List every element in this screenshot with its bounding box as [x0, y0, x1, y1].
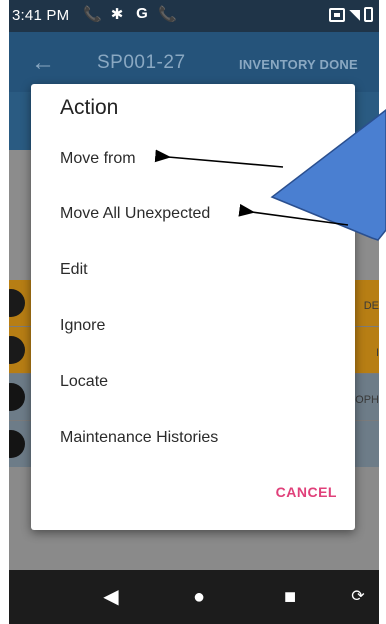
nav-recents-icon[interactable]: ■ — [275, 584, 305, 610]
list-item-text: DE — [363, 300, 379, 312]
menu-item-ignore[interactable]: Ignore — [31, 301, 355, 351]
list-item-text: I — [375, 347, 379, 359]
list-item-text: OPH — [355, 394, 379, 406]
app-bar: ← SP001-27 INVENTORY DONE — [9, 32, 379, 92]
wifi-icon: ◥ — [349, 6, 360, 22]
cast-icon — [329, 7, 346, 22]
back-arrow-icon[interactable]: ← — [31, 49, 55, 77]
menu-item-move-all-unexpected[interactable]: Move All Unexpected — [31, 189, 355, 239]
google-icon: G — [136, 5, 148, 22]
avatar — [9, 336, 25, 364]
menu-item-edit[interactable]: Edit — [31, 245, 355, 295]
menu-item-maintenance-histories[interactable]: Maintenance Histories — [31, 413, 355, 463]
status-bar: 3:41 PM 📞 ✱ G 📞 ◥ — [9, 0, 379, 32]
page-title: SP001-27 — [97, 52, 186, 73]
navigation-bar: ◀ ● ■ ⟳ — [9, 570, 379, 624]
settings-icon: ✱ — [110, 6, 124, 23]
inventory-done-button[interactable]: INVENTORY DONE — [239, 57, 358, 72]
cancel-button[interactable]: CANCEL — [276, 484, 337, 500]
status-notification-icons: 📞 ✱ G 📞 — [83, 5, 177, 23]
menu-item-locate[interactable]: Locate — [31, 357, 355, 407]
avatar — [9, 383, 25, 411]
dialog-title: Action — [60, 96, 119, 119]
avatar — [9, 289, 25, 317]
battery-icon — [364, 7, 373, 22]
avatar — [9, 430, 25, 458]
status-time: 3:41 PM — [12, 7, 70, 24]
menu-item-move-from[interactable]: Move from — [31, 134, 355, 184]
status-system-icons: ◥ — [329, 6, 373, 23]
rotate-icon[interactable]: ⟳ — [343, 584, 373, 610]
action-dialog: Action Move from Move All Unexpected Edi… — [31, 84, 355, 530]
phone-icon: 📞 — [158, 6, 177, 23]
phone-icon: 📞 — [83, 6, 102, 23]
nav-back-icon[interactable]: ◀ — [96, 584, 126, 610]
nav-home-icon[interactable]: ● — [184, 584, 214, 610]
